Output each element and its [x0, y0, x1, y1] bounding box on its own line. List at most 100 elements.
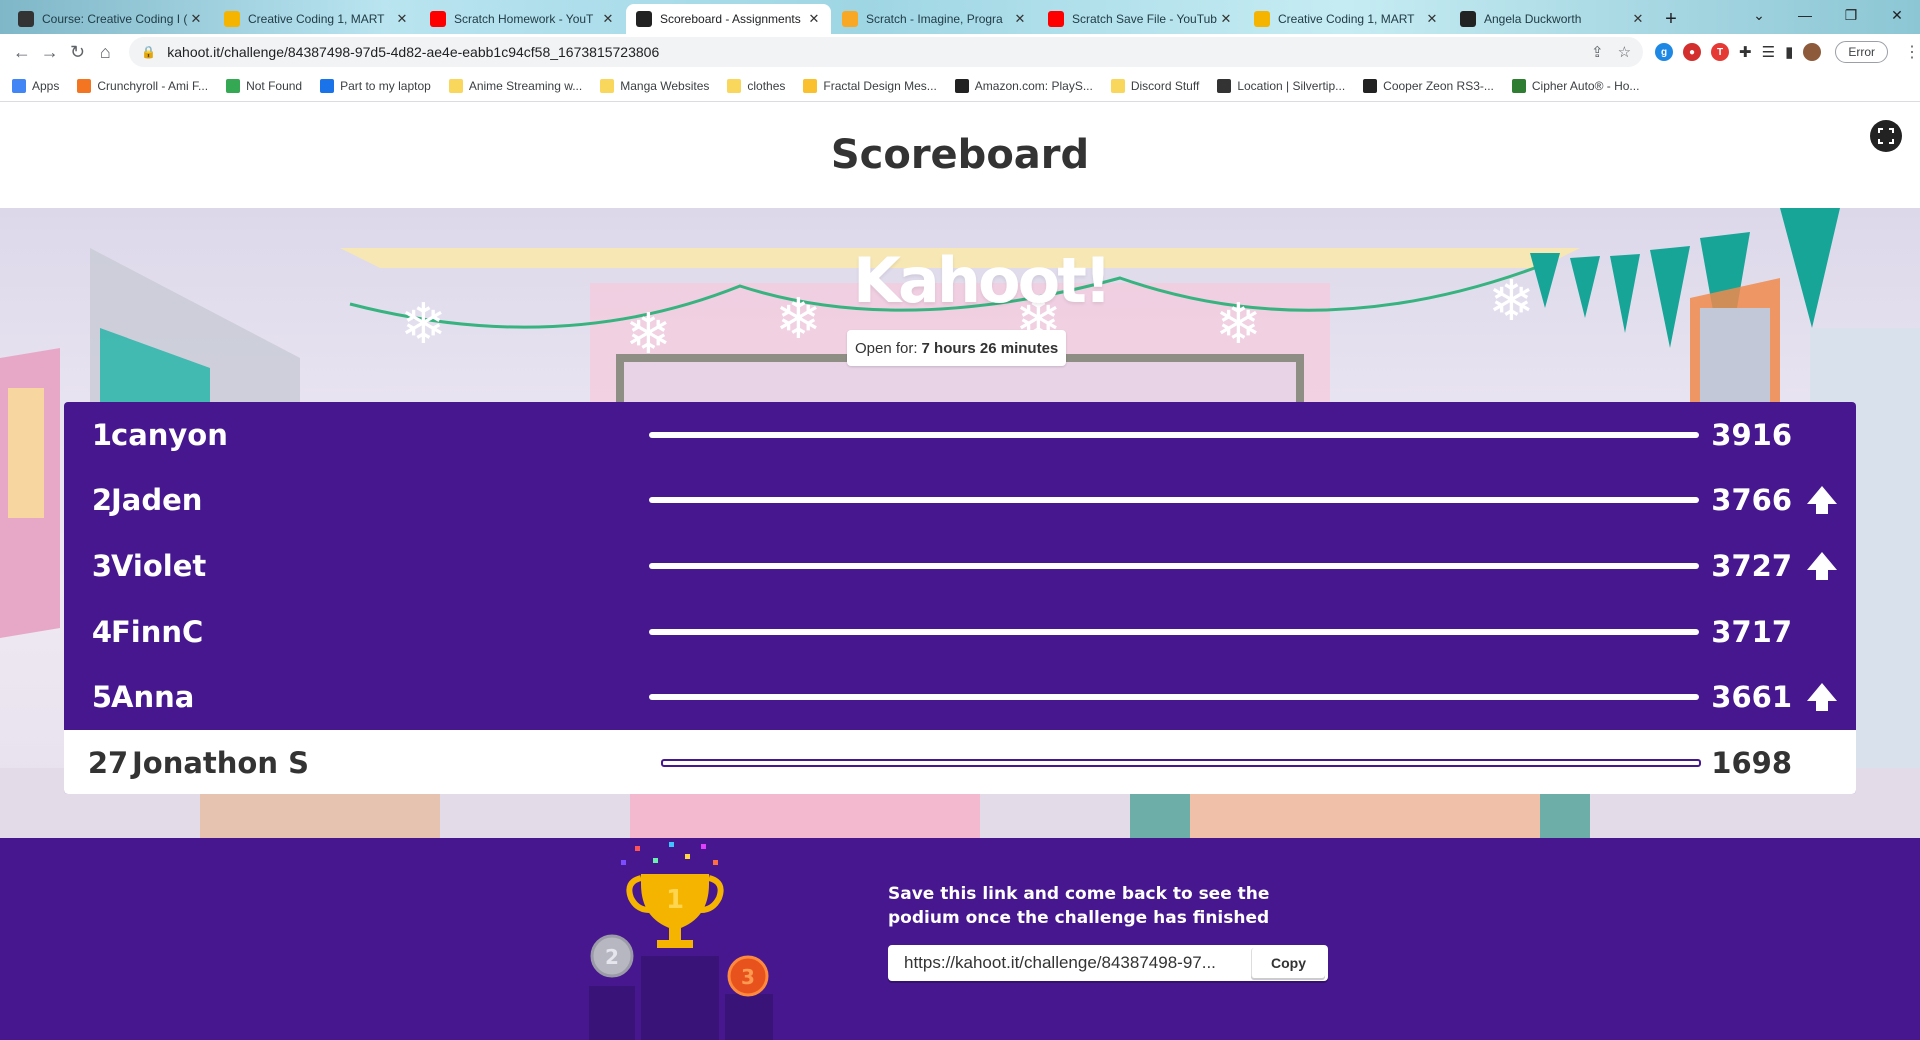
bookmark-item[interactable]: Part to my laptop [320, 78, 431, 93]
home-icon[interactable]: ⌂ [91, 36, 119, 68]
browser-tab[interactable]: Angela Duckworth ✕ [1450, 4, 1655, 34]
reload-icon[interactable]: ↻ [64, 36, 92, 68]
bookmark-item[interactable]: Not Found [226, 78, 303, 93]
scoreboard-row: 4 FinnC 3717 [64, 599, 1856, 665]
browser-tab[interactable]: Scratch Save File - YouTub ✕ [1038, 4, 1243, 34]
bookmark-icon [600, 78, 615, 93]
bookmark-label: Manga Websites [620, 78, 710, 93]
error-button[interactable]: Error [1835, 41, 1888, 63]
svg-text:❄: ❄ [625, 302, 672, 367]
rank-up-arrow-icon [1807, 551, 1837, 580]
tab-title: Scratch - Imagine, Progra [866, 12, 1003, 26]
score-bar [661, 758, 1701, 767]
bookmark-item[interactable]: Manga Websites [600, 78, 710, 93]
address-bar[interactable]: 🔒 kahoot.it/challenge/84387498-97d5-4d82… [129, 37, 1644, 67]
close-icon[interactable]: ✕ [1874, 0, 1920, 30]
bookmark-item[interactable]: Cipher Auto® - Ho... [1511, 78, 1639, 93]
scoreboard-table: 1 canyon 3916 2 Jaden 3766 3 Violet 3727 4 FinnC 37… [64, 402, 1856, 794]
browser-tab[interactable]: Creative Coding 1, MART ✕ [214, 4, 419, 34]
svg-text:❄: ❄ [1215, 292, 1262, 357]
player-score: 1698 [1711, 745, 1792, 780]
bookmark-label: Amazon.com: PlayS... [974, 78, 1093, 93]
share-link-box: Copy [888, 945, 1328, 981]
bookmark-item[interactable]: Amazon.com: PlayS... [954, 78, 1093, 93]
close-tab-icon[interactable]: ✕ [601, 11, 615, 27]
bookmark-item[interactable]: Fractal Design Mes... [803, 78, 937, 93]
player-name: Anna [111, 680, 195, 715]
menu-icon[interactable]: ⋮ [1904, 42, 1920, 62]
omnibox-actions: ⇪ ☆ [1591, 43, 1631, 61]
bookmark-icon [954, 78, 969, 93]
score-bar [649, 694, 1699, 701]
copy-button[interactable]: Copy [1251, 948, 1325, 978]
footer: 2 3 1 Save this link and come back to se… [0, 838, 1920, 1040]
browser-tab[interactable]: Scoreboard - Assignments ✕ [626, 4, 831, 34]
browser-tab[interactable]: Course: Creative Coding I (✕ [8, 4, 213, 34]
reading-list-icon[interactable]: ☰ [1762, 43, 1775, 61]
close-tab-icon[interactable]: ✕ [395, 11, 409, 27]
adblock-icon[interactable]: ● [1683, 43, 1702, 61]
back-icon[interactable]: ← [8, 36, 36, 68]
bookmark-label: Discord Stuff [1130, 78, 1200, 93]
bookmark-item[interactable]: Anime Streaming w... [448, 78, 583, 93]
close-tab-icon[interactable]: ✕ [1425, 11, 1439, 27]
drive-icon [1254, 11, 1270, 27]
lock-icon[interactable]: 🔒 [141, 45, 159, 59]
bookmark-icon [320, 78, 335, 93]
browser-tab[interactable]: Scratch - Imagine, Progra ✕ [832, 4, 1037, 34]
share-icon[interactable]: ⇪ [1591, 43, 1604, 61]
bookmark-item[interactable]: Location | Silvertip... [1217, 78, 1346, 93]
my-score-row: 27 Jonathon S 1698 [64, 730, 1856, 794]
close-tab-icon[interactable]: ✕ [1219, 11, 1233, 27]
bookmark-icon [448, 78, 463, 93]
extension-icon[interactable]: T [1711, 43, 1730, 61]
fullscreen-icon [1878, 128, 1894, 144]
challenge-link-input[interactable] [888, 953, 1251, 973]
browser-tab[interactable]: Scratch Homework - YouT ✕ [420, 4, 625, 34]
podium-2: 2 [605, 945, 619, 969]
star-icon[interactable]: ☆ [1618, 43, 1631, 61]
bookmark-item[interactable]: Cooper Zeon RS3-... [1363, 78, 1494, 93]
player-name: canyon [111, 417, 228, 452]
extension-icon[interactable]: g [1655, 43, 1674, 61]
svg-text:❄: ❄ [775, 287, 822, 352]
player-score: 3766 [1711, 483, 1792, 518]
bookmark-label: Not Found [246, 78, 303, 93]
close-tab-icon[interactable]: ✕ [1013, 11, 1027, 27]
youtube-icon [1048, 11, 1064, 27]
minimize-icon[interactable]: — [1782, 0, 1828, 30]
fullscreen-button[interactable] [1870, 120, 1902, 152]
bookmark-label: Apps [32, 78, 60, 93]
restore-icon[interactable]: ❐ [1828, 0, 1874, 30]
bookmark-icon [1217, 78, 1232, 93]
tab-title: Creative Coding 1, MART [1278, 12, 1415, 26]
score-bar [649, 562, 1699, 569]
save-link-message: Save this link and come back to see the … [888, 884, 1270, 928]
bookmark-label: Location | Silvertip... [1237, 78, 1346, 93]
player-name: Jonathon S [132, 745, 309, 780]
new-tab-button[interactable]: + [1656, 4, 1686, 34]
side-panel-icon[interactable]: ▮ [1785, 43, 1793, 61]
score-bar [649, 628, 1699, 635]
bookmark-item[interactable]: clothes [727, 78, 785, 93]
puzzle-icon[interactable]: ✚ [1739, 43, 1752, 61]
bookmark-label: Cooper Zeon RS3-... [1383, 78, 1494, 93]
bookmark-item[interactable]: Apps [12, 78, 60, 93]
bookmark-icon [1110, 78, 1125, 93]
kahoot-icon [636, 11, 652, 27]
bookmark-label: Anime Streaming w... [468, 78, 583, 93]
bookmark-icon [727, 78, 742, 93]
avatar[interactable] [1803, 43, 1822, 61]
close-tab-icon[interactable]: ✕ [807, 11, 821, 27]
open-for-badge: Open for: 7 hours 26 minutes [847, 330, 1067, 366]
rank-up-arrow-icon [1807, 683, 1837, 712]
browser-tab[interactable]: Creative Coding 1, MART ✕ [1244, 4, 1449, 34]
forward-icon[interactable]: → [36, 36, 64, 68]
podium-illustration: 2 3 1 [589, 842, 773, 1040]
url-text[interactable]: kahoot.it/challenge/84387498-97d5-4d82-a… [167, 44, 1591, 60]
bookmark-item[interactable]: Crunchyroll - Ami F... [77, 78, 208, 93]
chevron-down-icon[interactable]: ⌄ [1736, 0, 1782, 30]
close-tab-icon[interactable]: ✕ [1631, 11, 1645, 27]
close-tab-icon[interactable]: ✕ [189, 11, 203, 27]
bookmark-item[interactable]: Discord Stuff [1110, 78, 1200, 93]
